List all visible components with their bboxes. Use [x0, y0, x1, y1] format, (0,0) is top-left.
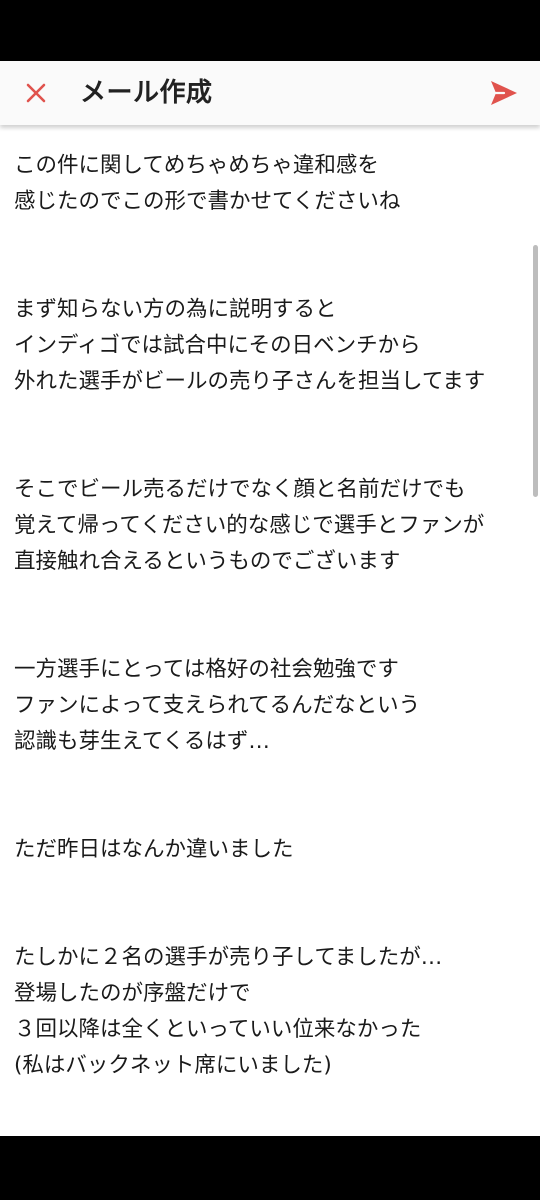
compose-screen: メール作成 この件に関してめちゃめちゃ違和感を 感じたのでこの形で書かせてくださ… [0, 61, 540, 1136]
scrollbar-thumb[interactable] [533, 245, 538, 497]
toolbar: メール作成 [0, 61, 540, 125]
close-button[interactable] [14, 71, 58, 115]
send-button[interactable] [482, 71, 526, 115]
page-title: メール作成 [80, 78, 213, 108]
send-icon [491, 81, 517, 105]
message-body-input[interactable]: この件に関してめちゃめちゃ違和感を 感じたのでこの形で書かせてくださいね まず知… [14, 148, 520, 1084]
status-bar [0, 0, 540, 61]
navigation-bar [0, 1136, 540, 1200]
close-icon [26, 83, 46, 103]
scrollbar[interactable] [530, 125, 540, 1136]
